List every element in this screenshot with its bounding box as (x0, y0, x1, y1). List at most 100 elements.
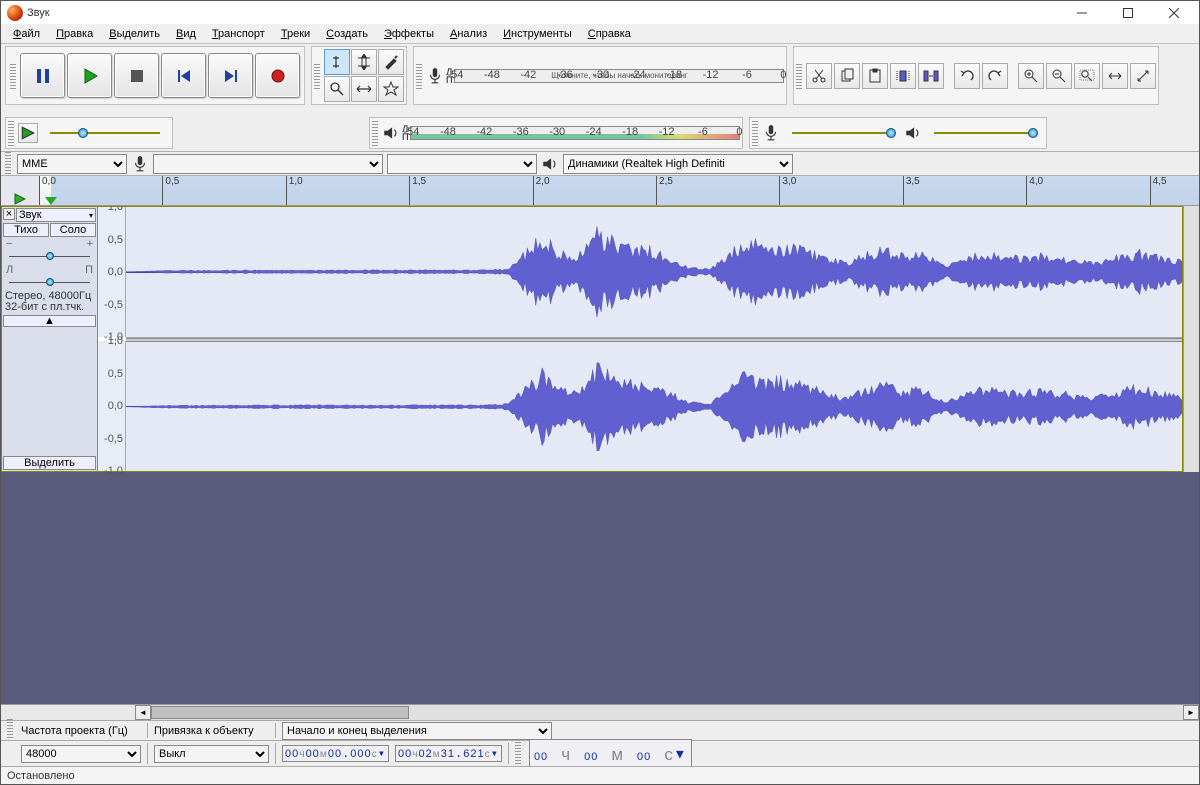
menu-треки[interactable]: Треки (273, 26, 318, 42)
snap-select[interactable]: Выкл (154, 745, 269, 763)
stop-button[interactable] (114, 53, 159, 98)
track-menu-button[interactable]: Звук (16, 208, 96, 222)
record-meter[interactable]: Щёлкните, чтобы начать мониторинг -54-48… (454, 69, 784, 83)
speaker-icon (541, 155, 559, 173)
scroll-right-button[interactable]: ► (1183, 705, 1199, 720)
pin-playhead-button[interactable] (1, 176, 39, 205)
snap-label: Привязка к объекту (154, 725, 269, 737)
vertical-scrollbar[interactable] (1183, 206, 1199, 472)
drag-handle-icon[interactable] (372, 120, 378, 146)
menu-инструменты[interactable]: Инструменты (495, 26, 580, 42)
playback-meter[interactable]: -54-48-42-36-30-24-18-12-60 (410, 126, 740, 140)
selection-toolbar-controls: 48000 Выкл 00ч00м00.000с▾ 00ч02м31.621с▾… (1, 740, 1199, 766)
track-close-button[interactable]: × (3, 208, 15, 220)
envelope-tool[interactable] (351, 49, 377, 75)
redo-button[interactable] (982, 63, 1008, 89)
drag-handle-icon[interactable] (314, 63, 320, 89)
fit-project-button[interactable] (1102, 63, 1128, 89)
waveform-display[interactable] (126, 207, 1182, 471)
microphone-icon (131, 155, 149, 173)
draw-tool[interactable] (378, 49, 404, 75)
selection-tool[interactable] (324, 49, 350, 75)
amplitude-scale-left: 1,00,50,0-0,5-1,0 (98, 207, 126, 337)
zoom-tool[interactable] (324, 76, 350, 102)
track-pan-slider[interactable] (5, 278, 94, 288)
play-meter-group: Л П -54-48-42-36-30-24-18-12-60 (369, 117, 743, 149)
audio-position-timecode[interactable]: 00 ч 00 м 00 с▾ (529, 739, 692, 769)
mute-button[interactable]: Тихо (3, 223, 49, 237)
menu-транспорт[interactable]: Транспорт (204, 26, 273, 42)
project-rate-label: Частота проекта (Гц) (21, 725, 141, 737)
zoom-out-button[interactable] (1046, 63, 1072, 89)
paste-button[interactable] (862, 63, 888, 89)
menu-создать[interactable]: Создать (318, 26, 376, 42)
play-button[interactable] (67, 53, 112, 98)
zoom-in-button[interactable] (1018, 63, 1044, 89)
timeline: 0,00,51,01,52,02,53,03,54,04,5 (1, 176, 1199, 206)
multi-tool[interactable] (378, 76, 404, 102)
drag-handle-icon[interactable] (8, 120, 14, 146)
trim-button[interactable] (890, 63, 916, 89)
menu-выделить[interactable]: Выделить (101, 26, 168, 42)
amplitude-scale-right: 1,00,50,0-0,5-1,0 (98, 341, 126, 471)
maximize-button[interactable] (1105, 1, 1151, 24)
solo-button[interactable]: Соло (50, 223, 96, 237)
microphone-icon[interactable] (426, 67, 444, 85)
scroll-left-button[interactable]: ◄ (135, 705, 151, 720)
audio-host-select[interactable]: MME (17, 154, 127, 174)
menu-вид[interactable]: Вид (168, 26, 204, 42)
menu-анализ[interactable]: Анализ (442, 26, 495, 42)
status-text: Остановлено (7, 770, 75, 782)
skip-end-button[interactable] (208, 53, 253, 98)
menu-эффекты[interactable]: Эффекты (376, 26, 442, 42)
transport-group (5, 46, 305, 105)
playback-device-select[interactable]: Динамики (Realtek High Definiti (563, 154, 793, 174)
record-button[interactable] (255, 53, 300, 98)
cut-button[interactable] (806, 63, 832, 89)
drag-handle-icon[interactable] (752, 120, 758, 146)
selection-toolbar-labels: Частота проекта (Гц) Привязка к объекту … (1, 720, 1199, 740)
time-ruler[interactable]: 0,00,51,01,52,02,53,03,54,04,5 (39, 176, 1199, 205)
drag-handle-icon[interactable] (5, 151, 11, 177)
fit-selection-button[interactable] (1074, 63, 1100, 89)
speaker-icon[interactable] (382, 124, 400, 142)
play-at-speed-group (5, 117, 173, 149)
close-button[interactable] (1151, 1, 1197, 24)
copy-button[interactable] (834, 63, 860, 89)
record-device-select[interactable] (153, 154, 383, 174)
play-at-speed-button[interactable] (18, 123, 38, 143)
drag-handle-icon[interactable] (796, 63, 802, 89)
zoom-toggle-button[interactable] (1130, 63, 1156, 89)
record-meter-group: Л П Щёлкните, чтобы начать мониторинг -5… (413, 46, 787, 105)
audio-track: × Звук Тихо Соло −+ ЛП Стерео, 48000Гц 3… (1, 206, 1183, 472)
horizontal-scrollbar[interactable]: ◄ ► (135, 705, 1199, 720)
track-select-button[interactable]: Выделить (3, 456, 96, 470)
title-bar: Звук (1, 1, 1199, 24)
playback-volume-slider[interactable] (924, 126, 1044, 140)
track-collapse-button[interactable]: ▲ (3, 315, 96, 327)
menu-справка[interactable]: Справка (580, 26, 639, 42)
selection-end-timecode[interactable]: 00ч02м31.621с▾ (395, 745, 502, 762)
pause-button[interactable] (20, 53, 65, 98)
record-channels-select[interactable] (387, 154, 537, 174)
tracks-area: × Звук Тихо Соло −+ ЛП Стерео, 48000Гц 3… (1, 206, 1199, 704)
drag-handle-icon[interactable] (416, 63, 422, 89)
minimize-button[interactable] (1059, 1, 1105, 24)
skip-start-button[interactable] (161, 53, 206, 98)
project-rate-select[interactable]: 48000 (21, 745, 141, 763)
silence-button[interactable] (918, 63, 944, 89)
record-volume-slider[interactable] (782, 126, 902, 140)
microphone-icon (762, 124, 780, 142)
menu-файл[interactable]: Файл (5, 26, 48, 42)
selection-start-timecode[interactable]: 00ч00м00.000с▾ (282, 745, 389, 762)
drag-handle-icon[interactable] (515, 741, 521, 767)
speaker-icon (904, 124, 922, 142)
timeshift-tool[interactable] (351, 76, 377, 102)
track-gain-slider[interactable] (5, 252, 94, 262)
menu-правка[interactable]: Правка (48, 26, 101, 42)
undo-button[interactable] (954, 63, 980, 89)
track-control-panel: × Звук Тихо Соло −+ ЛП Стерео, 48000Гц 3… (2, 207, 98, 471)
playback-speed-slider[interactable] (40, 126, 170, 140)
drag-handle-icon[interactable] (10, 63, 16, 89)
selection-mode-select[interactable]: Начало и конец выделения (282, 722, 552, 740)
